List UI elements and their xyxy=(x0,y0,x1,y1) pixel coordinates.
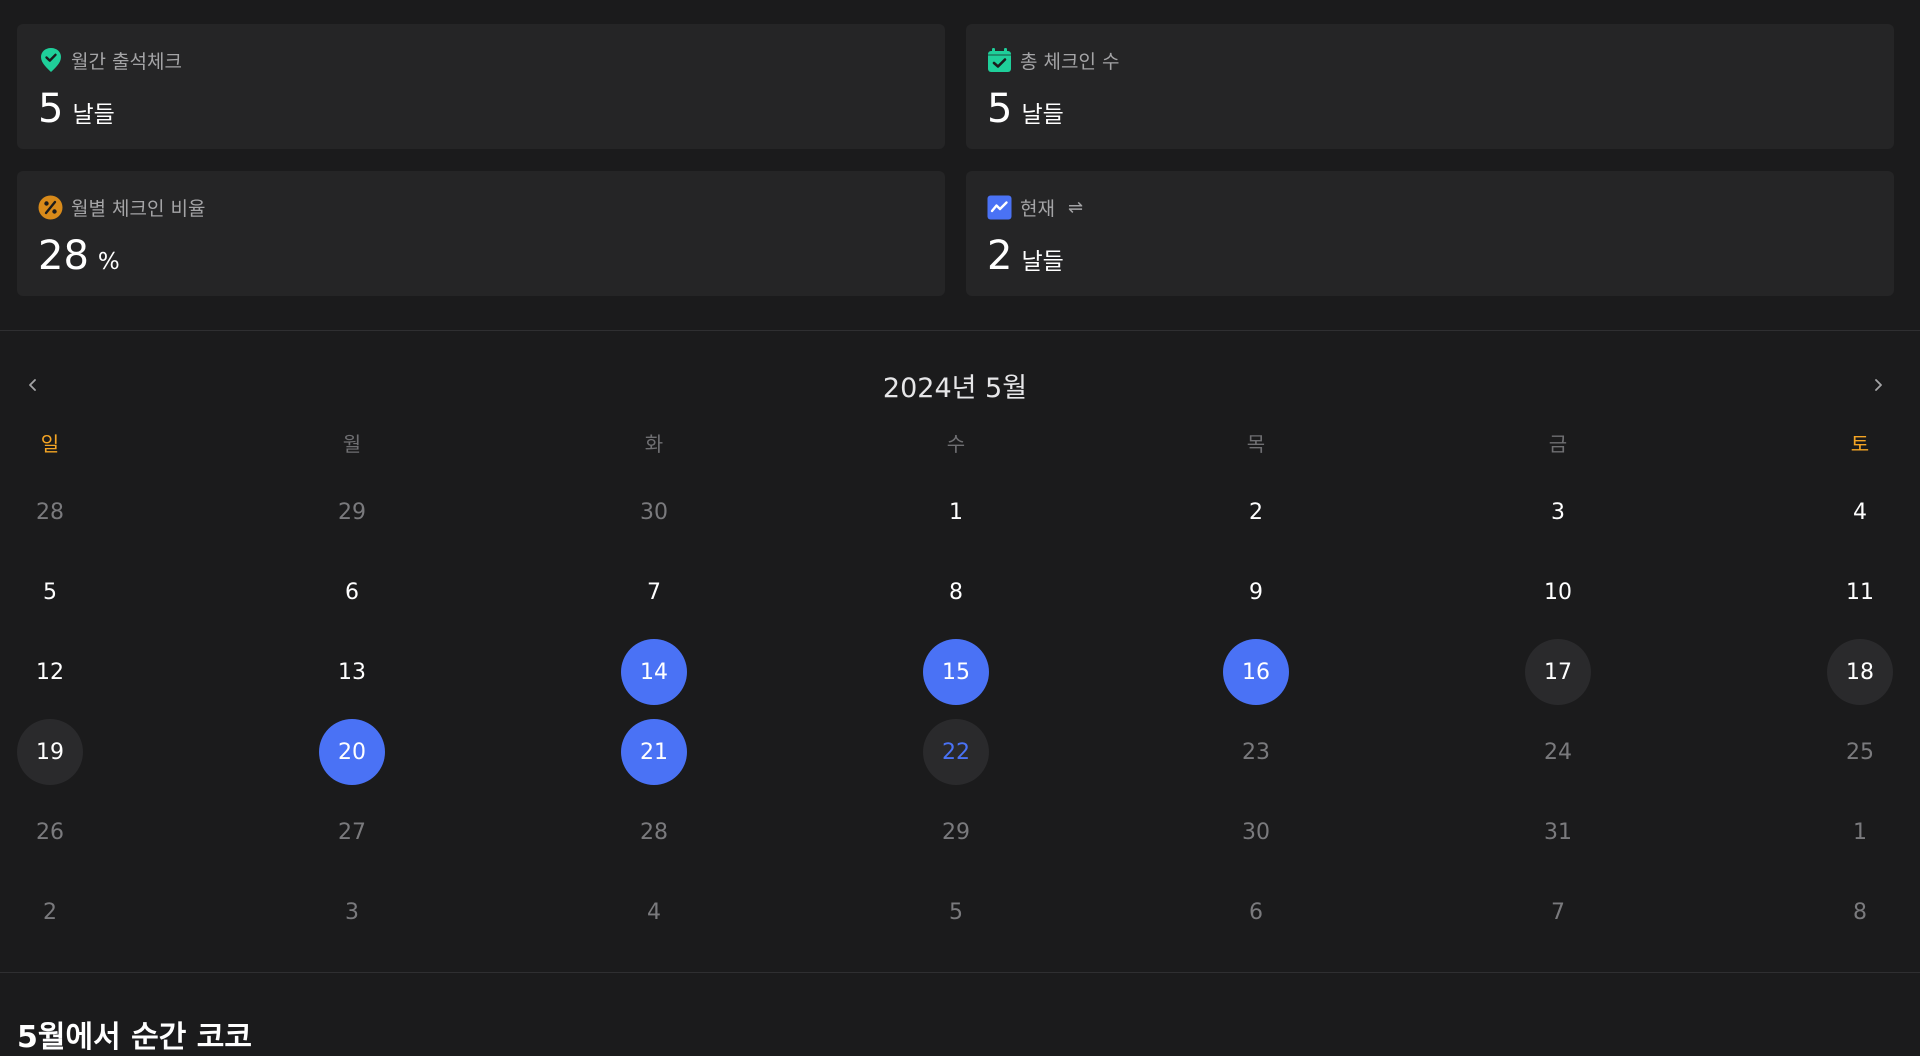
calendar-day[interactable]: 2 xyxy=(17,879,83,945)
calendar-day[interactable]: 18 xyxy=(1827,639,1893,705)
calendar-day[interactable]: 24 xyxy=(1525,719,1591,785)
weekday-label: 화 xyxy=(644,432,664,456)
calendar-day[interactable]: 5 xyxy=(17,559,83,625)
trend-chart-icon xyxy=(987,195,1012,220)
stat-label: 현재 xyxy=(1020,197,1055,220)
weekday-label: 수 xyxy=(946,432,966,456)
calendar-day[interactable]: 22 xyxy=(923,719,989,785)
weekday-label: 금 xyxy=(1548,432,1568,456)
calendar-month-title: 2024년 5월 xyxy=(882,373,1028,404)
stat-unit: 날들 xyxy=(72,102,115,128)
calendar-day[interactable]: 16 xyxy=(1223,639,1289,705)
calendar-day[interactable]: 4 xyxy=(621,879,687,945)
calendar-day[interactable]: 19 xyxy=(17,719,83,785)
weekday-label: 일 xyxy=(40,432,60,456)
calendar-day[interactable]: 25 xyxy=(1827,719,1893,785)
calendar-day[interactable]: 3 xyxy=(1525,479,1591,545)
weekday-label: 월 xyxy=(342,432,362,456)
swap-icon[interactable]: ⇌ xyxy=(1068,197,1083,218)
stat-unit: 날들 xyxy=(1021,102,1064,128)
calendar-day[interactable]: 2 xyxy=(1223,479,1289,545)
divider xyxy=(0,972,1920,973)
stat-card-current-streak: 현재 ⇌ 2 날들 xyxy=(966,171,1894,296)
stats-grid: 월간 출석체크 5 날들 총 체크인 수 5 날들 월별 체크인 비율 28 %… xyxy=(17,24,1894,296)
chevron-right-icon xyxy=(1875,379,1882,391)
calendar-day[interactable]: 21 xyxy=(621,719,687,785)
calendar-day[interactable]: 7 xyxy=(1525,879,1591,945)
stat-unit: % xyxy=(97,249,120,275)
calendar-day[interactable]: 26 xyxy=(17,799,83,865)
stat-card-monthly-ratio: 월별 체크인 비율 28 % xyxy=(17,171,945,296)
calendar-day[interactable]: 12 xyxy=(17,639,83,705)
stat-value: 2 xyxy=(987,233,1013,279)
calendar-day[interactable]: 4 xyxy=(1827,479,1893,545)
calendar-day[interactable]: 31 xyxy=(1525,799,1591,865)
percent-icon xyxy=(38,195,63,220)
calendar-day[interactable]: 23 xyxy=(1223,719,1289,785)
calendar-day[interactable]: 1 xyxy=(1827,799,1893,865)
calendar-day[interactable]: 10 xyxy=(1525,559,1591,625)
calendar-day[interactable]: 9 xyxy=(1223,559,1289,625)
stat-value: 5 xyxy=(987,86,1013,132)
stat-label: 총 체크인 수 xyxy=(1020,50,1120,73)
stat-label: 월간 출석체크 xyxy=(71,50,182,73)
stat-value: 5 xyxy=(38,86,64,132)
calendar-day[interactable]: 6 xyxy=(319,559,385,625)
stat-value: 28 xyxy=(38,233,89,279)
badge-check-icon xyxy=(38,48,63,73)
section-title: 5월에서 순간 코코 xyxy=(17,1020,252,1055)
weekday-label: 목 xyxy=(1246,432,1266,456)
calendar-day[interactable]: 30 xyxy=(621,479,687,545)
calendar-check-icon xyxy=(987,47,1012,73)
calendar-day[interactable]: 5 xyxy=(923,879,989,945)
stat-card-monthly-attendance: 월간 출석체크 5 날들 xyxy=(17,24,945,149)
calendar-day[interactable]: 3 xyxy=(319,879,385,945)
calendar-day[interactable]: 13 xyxy=(319,639,385,705)
stat-label: 월별 체크인 비율 xyxy=(71,197,206,220)
calendar-day[interactable]: 1 xyxy=(923,479,989,545)
calendar-day[interactable]: 30 xyxy=(1223,799,1289,865)
calendar-day[interactable]: 15 xyxy=(923,639,989,705)
calendar-day[interactable]: 8 xyxy=(1827,879,1893,945)
calendar-day[interactable]: 6 xyxy=(1223,879,1289,945)
calendar-day[interactable]: 14 xyxy=(621,639,687,705)
calendar-day[interactable]: 28 xyxy=(621,799,687,865)
weekday-label: 토 xyxy=(1850,432,1870,456)
calendar-day[interactable]: 20 xyxy=(319,719,385,785)
calendar-day[interactable]: 11 xyxy=(1827,559,1893,625)
calendar-day[interactable]: 27 xyxy=(319,799,385,865)
stat-card-total-checkins: 총 체크인 수 5 날들 xyxy=(966,24,1894,149)
next-month-button[interactable] xyxy=(1863,370,1893,400)
calendar-day[interactable]: 28 xyxy=(17,479,83,545)
divider xyxy=(0,330,1920,331)
calendar-day[interactable]: 7 xyxy=(621,559,687,625)
stat-unit: 날들 xyxy=(1021,249,1064,275)
calendar-day[interactable]: 29 xyxy=(319,479,385,545)
calendar-day[interactable]: 8 xyxy=(923,559,989,625)
calendar-day[interactable]: 17 xyxy=(1525,639,1591,705)
calendar-day[interactable]: 29 xyxy=(923,799,989,865)
